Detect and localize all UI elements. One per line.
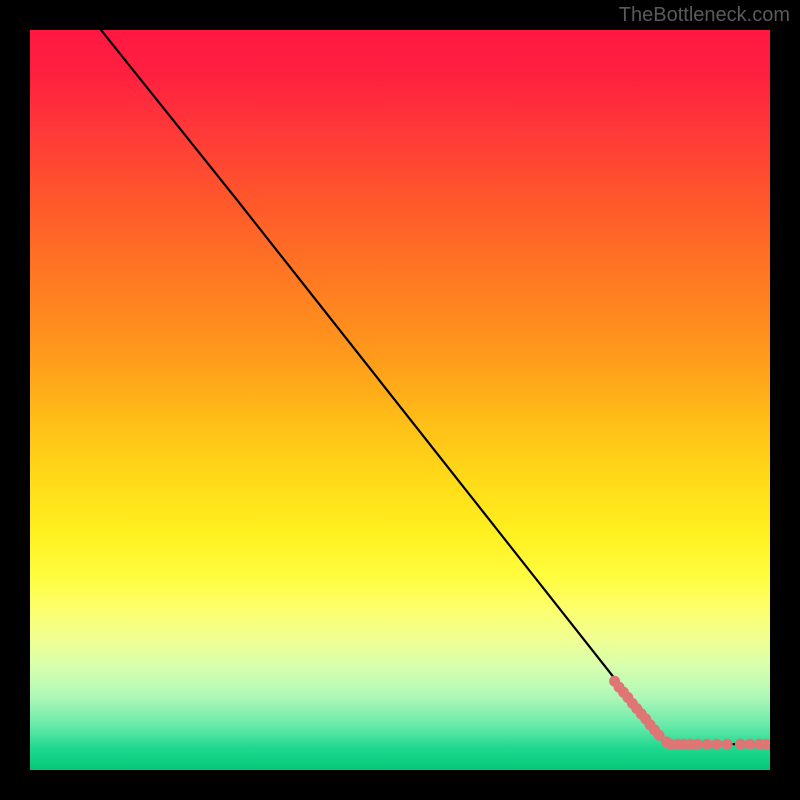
chart-overlay-svg xyxy=(30,30,770,770)
scatter-point xyxy=(735,739,746,750)
chart-scatter-points xyxy=(609,676,770,750)
scatter-point xyxy=(692,739,703,750)
chart-plot-area xyxy=(30,30,770,770)
scatter-point xyxy=(702,739,713,750)
scatter-point xyxy=(722,739,733,750)
scatter-point xyxy=(711,739,722,750)
scatter-point xyxy=(745,739,756,750)
watermark-text: TheBottleneck.com xyxy=(619,4,790,27)
chart-curve xyxy=(89,30,762,744)
